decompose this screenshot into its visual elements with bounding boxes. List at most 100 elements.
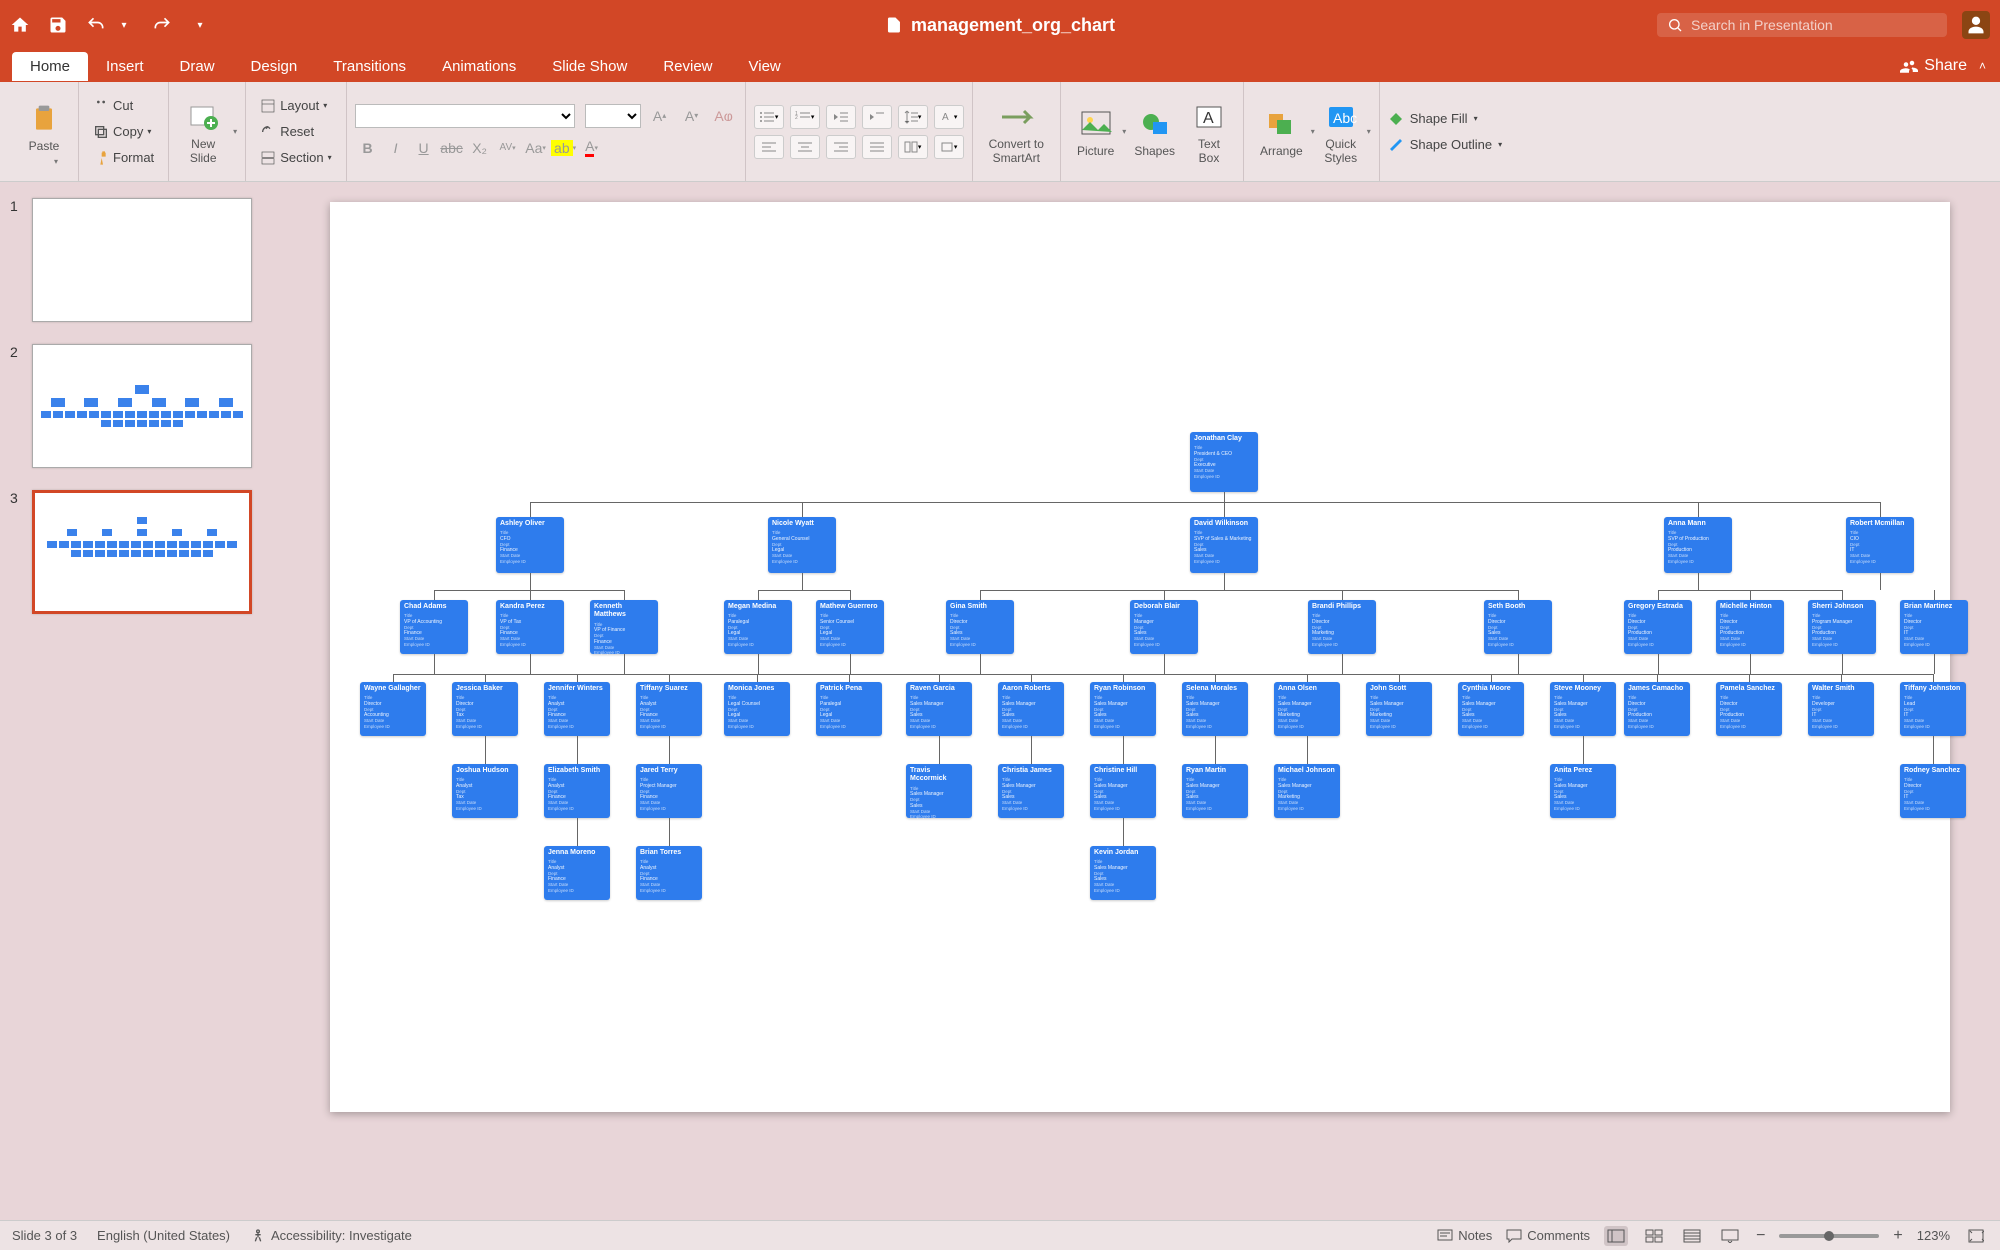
language-indicator[interactable]: English (United States) (97, 1228, 230, 1243)
org-box[interactable]: Raven Garcia TitleSales Manager DeptSale… (906, 682, 972, 736)
org-box[interactable]: Anna Mann TitleSVP of Production DeptPro… (1664, 517, 1732, 573)
tab-slideshow[interactable]: Slide Show (534, 52, 645, 81)
highlight-icon[interactable]: ab▾ (551, 135, 577, 161)
comments-button[interactable]: Comments (1506, 1228, 1590, 1243)
org-box[interactable]: Walter Smith TitleDeveloper DeptIT Start… (1808, 682, 1874, 736)
strikethrough-icon[interactable]: abc (439, 135, 465, 161)
org-box[interactable]: John Scott TitleSales Manager DeptMarket… (1366, 682, 1432, 736)
tab-home[interactable]: Home (12, 52, 88, 81)
org-box[interactable]: Steve Mooney TitleSales Manager DeptSale… (1550, 682, 1616, 736)
increase-font-icon[interactable]: A▴ (647, 103, 673, 129)
superscript-icon[interactable]: AV▾ (495, 135, 521, 161)
align-center-icon[interactable] (790, 135, 820, 159)
format-painter-button[interactable]: Format (87, 148, 160, 168)
align-left-icon[interactable] (754, 135, 784, 159)
org-box[interactable]: Jenna Moreno TitleAnalyst DeptFinance St… (544, 846, 610, 900)
undo-icon[interactable] (86, 15, 106, 35)
accessibility-indicator[interactable]: Accessibility: Investigate (250, 1228, 412, 1244)
org-box[interactable]: Sherri Johnson TitleProgram Manager Dept… (1808, 600, 1876, 654)
share-button[interactable]: Share (1900, 57, 1967, 75)
org-box[interactable]: Michael Johnson TitleSales Manager DeptM… (1274, 764, 1340, 818)
org-box[interactable]: Gina Smith TitleDirector DeptSales Start… (946, 600, 1014, 654)
canvas-area[interactable]: Jonathan Clay TitlePresident & CEO DeptE… (280, 182, 2000, 1220)
tab-view[interactable]: View (731, 52, 799, 81)
slide-thumb-3[interactable] (32, 490, 252, 614)
slideshow-view-icon[interactable] (1718, 1226, 1742, 1246)
sorter-view-icon[interactable] (1642, 1226, 1666, 1246)
zoom-in-icon[interactable]: + (1893, 1227, 1902, 1245)
fit-window-icon[interactable] (1964, 1226, 1988, 1246)
org-box[interactable]: Brian Martinez TitleDirector DeptIT Star… (1900, 600, 1968, 654)
org-box[interactable]: Gregory Estrada TitleDirector DeptProduc… (1624, 600, 1692, 654)
text-direction-icon[interactable]: A▾ (934, 105, 964, 129)
slide-thumb-1[interactable] (32, 198, 252, 322)
clear-format-icon[interactable]: Aⱷ (711, 103, 737, 129)
copy-button[interactable]: Copy ▾ (87, 122, 160, 142)
home-icon[interactable] (10, 15, 30, 35)
user-avatar[interactable] (1962, 11, 1990, 39)
org-box[interactable]: Brian Torres TitleAnalyst DeptFinance St… (636, 846, 702, 900)
search-box[interactable] (1657, 13, 1947, 37)
org-box[interactable]: Elizabeth Smith TitleAnalyst DeptFinance… (544, 764, 610, 818)
org-box[interactable]: Robert Mcmillan TitleCIO DeptIT Start Da… (1846, 517, 1914, 573)
slide-canvas[interactable]: Jonathan Clay TitlePresident & CEO DeptE… (330, 202, 1950, 1112)
org-box[interactable]: Monica Jones TitleLegal Counsel DeptLega… (724, 682, 790, 736)
org-box[interactable]: David Wilkinson TitleSVP of Sales & Mark… (1190, 517, 1258, 573)
collapse-ribbon-icon[interactable]: ˄ (1979, 59, 1986, 73)
font-family-select[interactable] (355, 104, 575, 128)
zoom-out-icon[interactable]: − (1756, 1227, 1765, 1245)
search-input[interactable] (1691, 17, 1937, 33)
org-box[interactable]: Christia James TitleSales Manager DeptSa… (998, 764, 1064, 818)
reading-view-icon[interactable] (1680, 1226, 1704, 1246)
convert-smartart-button[interactable]: Convert to SmartArt (981, 95, 1052, 169)
font-size-select[interactable] (585, 104, 641, 128)
org-box[interactable]: Megan Medina TitleParalegal DeptLegal St… (724, 600, 792, 654)
textbox-button[interactable]: AText Box (1183, 95, 1235, 169)
org-box[interactable]: Brandi Phillips TitleDirector DeptMarket… (1308, 600, 1376, 654)
org-box[interactable]: Rodney Sanchez TitleDirector DeptIT Star… (1900, 764, 1966, 818)
normal-view-icon[interactable] (1604, 1226, 1628, 1246)
org-box[interactable]: Tiffany Johnston TitleLead DeptIT Start … (1900, 682, 1966, 736)
org-box[interactable]: Anita Perez TitleSales Manager DeptSales… (1550, 764, 1616, 818)
zoom-slider[interactable] (1779, 1234, 1879, 1238)
org-box[interactable]: Jared Terry TitleProject Manager DeptFin… (636, 764, 702, 818)
paste-button[interactable]: Paste (18, 97, 70, 157)
org-box[interactable]: Pamela Sanchez TitleDirector DeptProduct… (1716, 682, 1782, 736)
zoom-level[interactable]: 123% (1917, 1228, 1950, 1243)
org-box[interactable]: Ryan Robinson TitleSales Manager DeptSal… (1090, 682, 1156, 736)
org-box[interactable]: Wayne Gallagher TitleDirector DeptAccoun… (360, 682, 426, 736)
slide-panel[interactable]: 1 2 3 (0, 182, 280, 1220)
reset-button[interactable]: Reset (254, 122, 337, 142)
columns-icon[interactable]: ▾ (898, 135, 928, 159)
arrange-button[interactable]: Arrange (1252, 95, 1311, 169)
decrease-font-icon[interactable]: A▾ (679, 103, 705, 129)
tab-transitions[interactable]: Transitions (315, 52, 424, 81)
cut-button[interactable]: Cut (87, 96, 160, 116)
tab-review[interactable]: Review (645, 52, 730, 81)
tab-insert[interactable]: Insert (88, 52, 162, 81)
font-color-icon[interactable]: A▾ (579, 135, 605, 161)
shapes-button[interactable]: Shapes (1126, 95, 1183, 169)
slide-thumb-2[interactable] (32, 344, 252, 468)
tab-draw[interactable]: Draw (162, 52, 233, 81)
org-box[interactable]: Travis Mccormick TitleSales Manager Dept… (906, 764, 972, 818)
italic-icon[interactable]: I (383, 135, 409, 161)
justify-icon[interactable] (862, 135, 892, 159)
org-box[interactable]: Selena Morales TitleSales Manager DeptSa… (1182, 682, 1248, 736)
shape-fill-button[interactable]: Shape Fill ▾ (1388, 111, 1502, 127)
org-box[interactable]: Aaron Roberts TitleSales Manager DeptSal… (998, 682, 1064, 736)
org-box[interactable]: Kenneth Matthews TitleVP of Finance Dept… (590, 600, 658, 654)
org-box[interactable]: Mathew Guerrero TitleSenior Counsel Dept… (816, 600, 884, 654)
org-box[interactable]: Michelle Hinton TitleDirector DeptProduc… (1716, 600, 1784, 654)
align-right-icon[interactable] (826, 135, 856, 159)
numbering-icon[interactable]: 12▾ (790, 105, 820, 129)
increase-indent-icon[interactable] (862, 105, 892, 129)
bullets-icon[interactable]: ▾ (754, 105, 784, 129)
org-box[interactable]: Anna Olsen TitleSales Manager DeptMarket… (1274, 682, 1340, 736)
org-box[interactable]: Kevin Jordan TitleSales Manager DeptSale… (1090, 846, 1156, 900)
org-box[interactable]: Jessica Baker TitleDirector DeptTax Star… (452, 682, 518, 736)
org-box[interactable]: Tiffany Suarez TitleAnalyst DeptFinance … (636, 682, 702, 736)
org-box[interactable]: Kandra Perez TitleVP of Tax DeptFinance … (496, 600, 564, 654)
bold-icon[interactable]: B (355, 135, 381, 161)
org-box[interactable]: Seth Booth TitleDirector DeptSales Start… (1484, 600, 1552, 654)
